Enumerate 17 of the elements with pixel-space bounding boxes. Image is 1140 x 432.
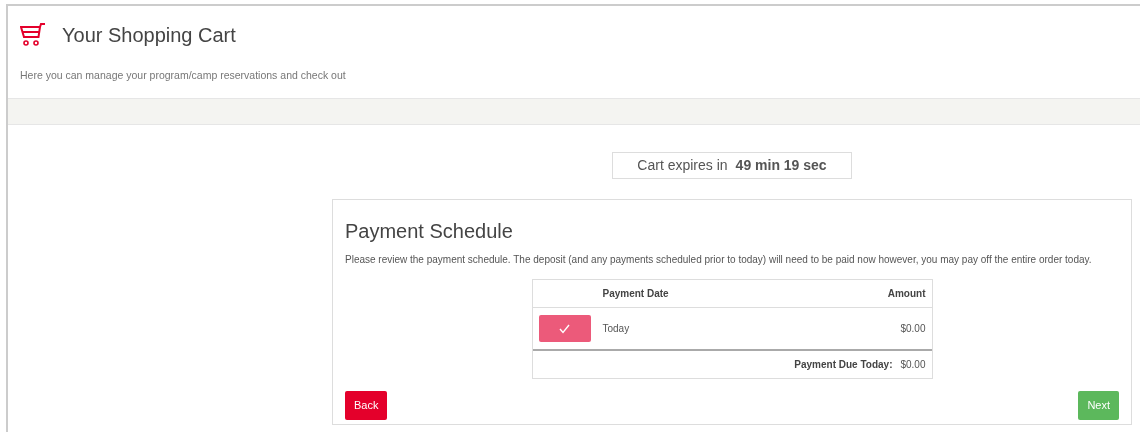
back-button[interactable]: Back (345, 391, 388, 420)
table-cell-text: Today (602, 322, 630, 336)
total-label: Payment Due Today: (794, 358, 893, 372)
total-value: $0.00 (900, 358, 926, 372)
panel-title: Payment Schedule (345, 219, 514, 244)
select-checkbox[interactable] (538, 315, 591, 342)
checkmark-icon (559, 323, 570, 334)
table-cell-text: $0.00 (900, 322, 926, 336)
shopping-cart-icon (20, 23, 46, 47)
page-title: Your Shopping Cart (62, 23, 236, 48)
panel-description: Please review the payment schedule. The deposit (and any payments scheduled prior to today) will need to be paid now however, you may pay off the entire order today. (345, 253, 1093, 267)
page-subtitle: Here you can manage your program/camp reservations and check out (20, 68, 347, 83)
column-header: Payment Date (602, 287, 669, 301)
timer-value: 49 min 19 sec (735, 156, 827, 175)
timer-label: Cart expires in (637, 156, 728, 175)
next-button[interactable]: Next (1078, 391, 1119, 420)
column-header: Amount (887, 287, 926, 301)
